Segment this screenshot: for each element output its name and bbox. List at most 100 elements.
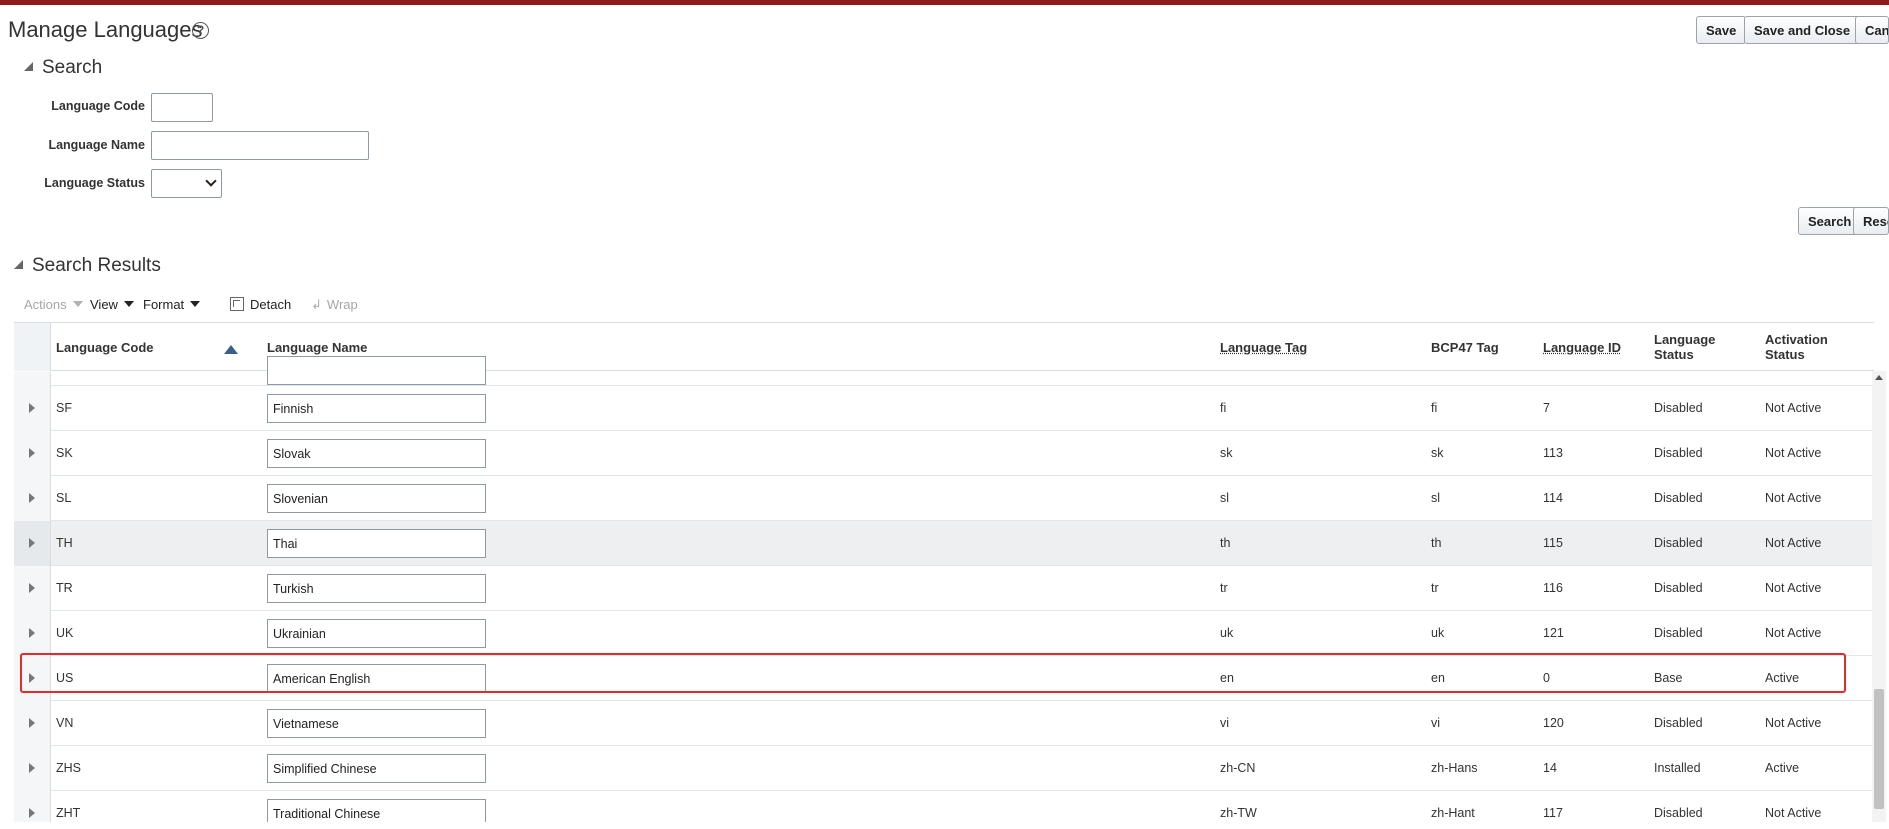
cell-language-tag: zh-TW [1220,806,1257,820]
reset-button[interactable]: Reset [1853,207,1889,235]
table-row[interactable]: TR tr tr 116 Disabled Not Active [14,566,1874,611]
actions-menu[interactable]: Actions [24,297,83,312]
save-button[interactable]: Save [1696,16,1747,44]
expand-row-icon[interactable] [29,673,35,683]
table-row[interactable]: VN vi vi 120 Disabled Not Active [14,701,1874,746]
expand-row-icon[interactable] [29,448,35,458]
sort-controls[interactable] [224,341,260,359]
expand-row-icon[interactable] [29,628,35,638]
language-name-field[interactable] [267,574,486,603]
col-language-status[interactable]: Language Status [1654,332,1734,362]
view-menu[interactable]: View [90,297,134,312]
table-row-partial [14,356,1874,386]
cell-bcp47-tag: vi [1431,716,1441,730]
cell-activation-status: Not Active [1765,446,1822,460]
language-name-field[interactable] [267,754,486,783]
cell-bcp47-tag: fi [1431,401,1438,415]
language-name-field[interactable] [267,799,486,822]
cell-language-tag: sl [1220,491,1230,505]
cell-bcp47-tag: uk [1431,626,1445,640]
row-gutter [14,386,51,431]
cell-language-code: VN [56,716,74,730]
cell-activation-status: Not Active [1765,581,1822,595]
row-gutter [14,656,51,701]
cell-language-id: 0 [1543,671,1550,685]
expand-row-icon[interactable] [29,808,35,818]
cell-language-status: Disabled [1654,446,1703,460]
table-row[interactable]: TH th th 115 Disabled Not Active [14,521,1874,566]
language-name-field[interactable] [267,394,486,423]
col-language-name[interactable]: Language Name [267,340,367,355]
language-name-field[interactable] [267,529,486,558]
detach-button[interactable]: Detach [230,297,291,312]
col-activation-status[interactable]: Activation Status [1765,332,1845,362]
page-title: Manage Languages [8,17,203,42]
col-language-tag[interactable]: Language Tag [1220,340,1307,355]
language-name-field[interactable] [267,619,486,648]
detach-icon [230,297,244,311]
table-row[interactable]: UK uk uk 121 Disabled Not Active [14,611,1874,656]
wrap-button[interactable]: ↲ Wrap [311,297,358,313]
language-name-field[interactable] [267,356,486,385]
table-row[interactable]: ZHT zh-TW zh-Hant 117 Disabled Not Active [14,791,1874,822]
language-name-field[interactable] [267,484,486,513]
scrollbar-thumb[interactable] [1874,689,1884,809]
cancel-button[interactable]: Cancel [1855,16,1889,44]
cell-language-tag: fi [1220,401,1227,415]
language-status-label: Language Status [44,176,145,190]
collapse-triangle-icon [14,260,23,269]
col-bcp47-tag[interactable]: BCP47 Tag [1431,340,1499,355]
sort-descending-icon[interactable] [243,343,260,354]
results-table: Language Code Language Name Language Tag… [14,322,1874,822]
table-row[interactable]: SF fi fi 7 Disabled Not Active [14,386,1874,431]
table-row[interactable]: SK sk sk 113 Disabled Not Active [14,431,1874,476]
language-code-input[interactable] [151,93,213,122]
search-button[interactable]: Search [1798,207,1862,235]
expand-row-icon[interactable] [29,718,35,728]
row-gutter [14,476,51,521]
table-row[interactable]: US en en 0 Base Active [14,656,1874,701]
caret-down-icon [72,301,83,307]
scroll-up-icon[interactable] [1875,375,1883,380]
table-row[interactable]: SL sl sl 114 Disabled Not Active [14,476,1874,521]
brand-bar [0,0,1889,5]
expand-row-icon[interactable] [29,538,35,548]
row-gutter [14,566,51,611]
row-gutter [14,611,51,656]
detach-label: Detach [250,297,292,312]
expand-row-icon[interactable] [29,763,35,773]
cell-activation-status: Not Active [1765,716,1822,730]
expand-row-icon[interactable] [29,403,35,413]
search-results-section-header[interactable]: Search Results [14,255,161,277]
language-code-label: Language Code [51,99,145,113]
cell-language-code: ZHS [56,761,81,775]
language-status-select[interactable] [151,169,222,198]
format-menu-label: Format [143,297,185,312]
sort-ascending-icon[interactable] [224,345,238,354]
table-row[interactable]: ZHS zh-CN zh-Hans 14 Installed Active [14,746,1874,791]
save-and-close-button[interactable]: Save and Close [1744,16,1861,44]
help-icon[interactable]: ? [192,22,209,39]
vertical-scrollbar[interactable] [1872,371,1886,822]
col-language-code[interactable]: Language Code [56,340,154,355]
cell-language-tag: en [1220,671,1234,685]
caret-down-icon [123,301,134,307]
cell-language-code: US [56,671,74,685]
cell-activation-status: Not Active [1765,491,1822,505]
expand-row-icon[interactable] [29,583,35,593]
expand-row-icon[interactable] [29,493,35,503]
language-name-field[interactable] [267,439,486,468]
cell-activation-status: Active [1765,761,1800,775]
language-name-field[interactable] [267,664,486,693]
cell-bcp47-tag: zh-Hant [1431,806,1475,820]
language-name-field[interactable] [267,709,486,738]
format-menu[interactable]: Format [143,297,201,312]
cell-language-status: Disabled [1654,581,1703,595]
col-language-id[interactable]: Language ID [1543,340,1621,355]
search-section-header[interactable]: Search [24,57,102,79]
cell-bcp47-tag: sl [1431,491,1441,505]
cell-language-id: 117 [1543,806,1563,820]
cell-language-code: ZHT [56,806,81,820]
language-name-input[interactable] [151,131,369,160]
cell-language-tag: uk [1220,626,1234,640]
